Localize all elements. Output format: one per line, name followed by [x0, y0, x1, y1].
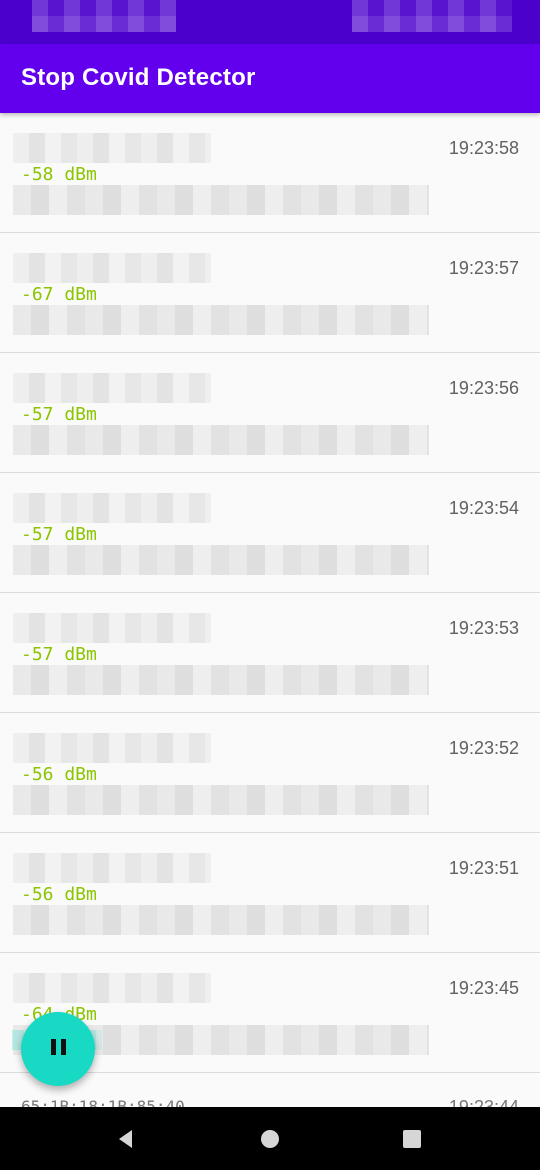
device-name-redacted: [13, 853, 211, 883]
timestamp: 19:23:54: [448, 498, 519, 518]
device-name-redacted: [13, 733, 211, 763]
timestamp: 19:23:52: [448, 738, 519, 758]
device-name-redacted: [13, 493, 211, 523]
status-bar: [0, 0, 540, 44]
nav-recents-button[interactable]: [377, 1107, 447, 1170]
device-details-redacted: [13, 425, 429, 455]
device-name-redacted: [13, 373, 211, 403]
rssi-value: -57 dBm: [21, 404, 97, 425]
timestamp: 19:23:58: [448, 138, 519, 158]
pause-icon: [48, 1038, 68, 1060]
rssi-value: -57 dBm: [21, 644, 97, 665]
timestamp: 19:23:56: [448, 378, 519, 398]
timestamp: 19:23:57: [448, 258, 519, 278]
device-details-redacted: [13, 665, 429, 695]
system-nav-bar: [0, 1107, 540, 1170]
rssi-value: -67 dBm: [21, 284, 97, 305]
app-title: Stop Covid Detector: [21, 64, 256, 91]
device-mac-address: 65:1B:18:1B:85:40: [21, 1097, 185, 1107]
timestamp: 19:23:51: [448, 858, 519, 878]
pause-scan-button[interactable]: [21, 1012, 95, 1086]
nav-home-button[interactable]: [235, 1107, 305, 1170]
device-list[interactable]: -58 dBm 19:23:58 -67 dBm 19:23:57 -57 dB…: [0, 113, 540, 1107]
device-row[interactable]: -56 dBm 19:23:51: [0, 833, 540, 953]
device-name-redacted: [13, 133, 211, 163]
rssi-value: -58 dBm: [21, 164, 97, 185]
recents-square-icon: [403, 1129, 421, 1148]
app-bar: Stop Covid Detector: [0, 44, 540, 113]
timestamp: 19:23:44: [448, 1097, 519, 1107]
device-row-partial[interactable]: 65:1B:18:1B:85:40 19:23:44: [0, 1073, 540, 1107]
device-name-redacted: [13, 973, 211, 1003]
status-bar-left-redacted: [32, 0, 176, 32]
device-name-redacted: [13, 253, 211, 283]
device-details-redacted: [13, 305, 429, 335]
nav-back-button[interactable]: [91, 1107, 161, 1170]
rssi-value: -56 dBm: [21, 764, 97, 785]
rssi-value: -57 dBm: [21, 524, 97, 545]
device-row[interactable]: -67 dBm 19:23:57: [0, 233, 540, 353]
device-row[interactable]: -58 dBm 19:23:58: [0, 113, 540, 233]
device-details-redacted: [13, 905, 429, 935]
status-bar-right-redacted: [352, 0, 512, 32]
device-name-redacted: [13, 613, 211, 643]
timestamp: 19:23:53: [448, 618, 519, 638]
device-details-redacted: [13, 185, 429, 215]
device-row[interactable]: -56 dBm 19:23:52: [0, 713, 540, 833]
rssi-value: -56 dBm: [21, 884, 97, 905]
device-details-redacted: [13, 785, 429, 815]
device-details-redacted: [13, 545, 429, 575]
back-triangle-icon: [119, 1129, 132, 1148]
device-row[interactable]: -57 dBm 19:23:56: [0, 353, 540, 473]
home-circle-icon: [261, 1129, 279, 1148]
timestamp: 19:23:45: [448, 978, 519, 998]
device-row[interactable]: -57 dBm 19:23:53: [0, 593, 540, 713]
device-row[interactable]: -57 dBm 19:23:54: [0, 473, 540, 593]
